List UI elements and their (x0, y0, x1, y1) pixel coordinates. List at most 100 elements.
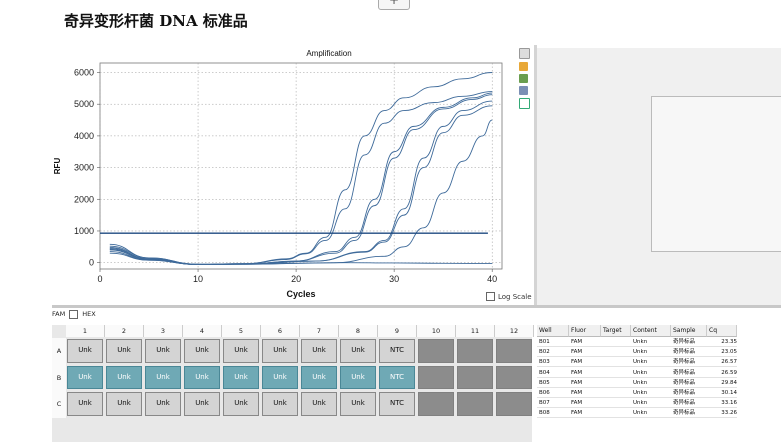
right-preview-box (651, 96, 781, 252)
plate-well[interactable] (418, 339, 454, 363)
plate-row-header[interactable]: C (52, 391, 66, 418)
plate-well[interactable]: Unk (262, 339, 298, 363)
plate-well[interactable]: Unk (262, 392, 298, 416)
plate-well[interactable]: Unk (262, 365, 298, 389)
table-cell: FAM (569, 379, 601, 388)
plot-area (99, 62, 503, 270)
plate-well[interactable] (496, 365, 532, 389)
plate-well[interactable]: Unk (67, 365, 103, 389)
plate-well[interactable] (457, 392, 493, 416)
x-tick-label: 10 (193, 274, 203, 284)
table-cell: B05 (537, 379, 569, 388)
table-cell: FAM (569, 399, 601, 409)
plate-column-header[interactable]: 2 (105, 325, 144, 337)
y-tick-label: 3000 (74, 163, 94, 173)
plate-well[interactable]: Unk (145, 339, 181, 363)
table-cell (601, 409, 631, 419)
table-column-header[interactable]: Well (537, 325, 569, 337)
table-cell: FAM (569, 338, 601, 347)
chart-settings-icon[interactable] (519, 98, 530, 109)
add-button[interactable]: + (378, 0, 410, 10)
plate-well[interactable]: Unk (223, 365, 259, 389)
copy-icon[interactable] (519, 48, 530, 59)
plate-well[interactable]: Unk (184, 339, 220, 363)
plate-column-header[interactable]: 10 (417, 325, 456, 337)
table-cell: 33.26 (707, 409, 737, 419)
plate-row-header[interactable]: A (52, 338, 66, 365)
table-cell (601, 389, 631, 398)
plate-well[interactable]: Unk (106, 392, 142, 416)
plate-well[interactable]: Unk (301, 339, 337, 363)
plate-well[interactable] (457, 365, 493, 389)
plate-column-header[interactable]: 3 (144, 325, 183, 337)
plate-column-header[interactable]: 9 (378, 325, 417, 337)
plate-well[interactable]: Unk (145, 392, 181, 416)
plate-grid: 1 2 3 4 5 6 7 8 9 10 11 12 A Unk Unk Unk Unk Unk Unk Unk Unk… (52, 325, 534, 442)
x-tick-label: 40 (487, 274, 497, 284)
table-column-header[interactable]: Content (631, 325, 671, 337)
table-cell: 29.84 (707, 379, 737, 388)
plate-well[interactable]: Unk (223, 339, 259, 363)
plate-column-header[interactable]: 1 (66, 325, 105, 337)
plate-column-header[interactable]: 7 (300, 325, 339, 337)
plate-well[interactable]: Unk (184, 392, 220, 416)
table-cell: 30.14 (707, 389, 737, 398)
plate-well[interactable]: Unk (106, 339, 142, 363)
x-tick-label: 30 (389, 274, 399, 284)
plate-well[interactable]: Unk (67, 392, 103, 416)
plate-column-header[interactable]: 12 (495, 325, 534, 337)
log-scale-toggle[interactable]: Log Scale (486, 292, 532, 301)
table-cell: 33.16 (707, 399, 737, 409)
table-cell: B02 (537, 348, 569, 358)
plate-well[interactable]: Unk (340, 339, 376, 363)
page-title: 奇异变形杆菌 DNA 标准品 (64, 12, 248, 30)
table-column-header[interactable]: Cq (707, 325, 737, 337)
plate-column-header[interactable]: 5 (222, 325, 261, 337)
fluor-hex-checkbox[interactable] (69, 309, 79, 319)
plate-well[interactable]: Unk (340, 392, 376, 416)
log-scale-checkbox[interactable] (486, 292, 495, 301)
table-cell: 奇异标品 (671, 399, 707, 409)
amplification-chart: 0 1000 2000 3000 4000 5000 6000 0 10 20 30 40 Amplif… (52, 45, 533, 303)
plate-well[interactable]: Unk (145, 365, 181, 389)
plate-column-header[interactable]: 6 (261, 325, 300, 337)
plate-well[interactable] (418, 392, 454, 416)
table-cell (601, 338, 631, 347)
plate-well[interactable]: NTC (379, 365, 415, 389)
plate-row-header[interactable]: B (52, 364, 66, 391)
y-tick-label: 0 (89, 258, 94, 268)
x-tick-label: 20 (291, 274, 301, 284)
table-column-header[interactable]: Target (601, 325, 631, 337)
export-image-icon[interactable] (519, 74, 528, 83)
plate-well[interactable]: NTC (379, 392, 415, 416)
table-cell: 23.05 (707, 348, 737, 358)
plate-column-header[interactable]: 4 (183, 325, 222, 337)
plate-well[interactable]: Unk (340, 365, 376, 389)
table-column-header[interactable]: Fluor (569, 325, 601, 337)
plate-well[interactable] (418, 365, 454, 389)
table-cell: FAM (569, 409, 601, 419)
plate-well[interactable]: Unk (223, 392, 259, 416)
plate-column-header[interactable]: 11 (456, 325, 495, 337)
plate-well[interactable] (496, 339, 532, 363)
horizontal-splitter[interactable] (52, 305, 781, 308)
plate-well[interactable]: Unk (184, 365, 220, 389)
plate-well[interactable]: Unk (301, 392, 337, 416)
print-icon[interactable] (519, 62, 528, 71)
plate-well[interactable]: Unk (67, 339, 103, 363)
amplification-chart-svg: 0 1000 2000 3000 4000 5000 6000 0 10 20 30 40 Amplif… (53, 49, 503, 299)
plate-well[interactable] (496, 392, 532, 416)
table-cell: Unkn (631, 348, 671, 358)
table-cell: 23.35 (707, 338, 737, 347)
plate-well[interactable]: Unk (106, 365, 142, 389)
plate-well[interactable]: NTC (379, 339, 415, 363)
table-column-header[interactable]: Sample (671, 325, 707, 337)
plate-well[interactable] (457, 339, 493, 363)
y-tick-label: 6000 (74, 68, 94, 78)
fluor-fam-label[interactable]: FAM (52, 310, 65, 318)
save-data-icon[interactable] (519, 86, 528, 95)
table-cell: FAM (569, 348, 601, 358)
plate-well[interactable]: Unk (301, 365, 337, 389)
plate-column-header[interactable]: 8 (339, 325, 378, 337)
table-cell: B04 (537, 369, 569, 378)
